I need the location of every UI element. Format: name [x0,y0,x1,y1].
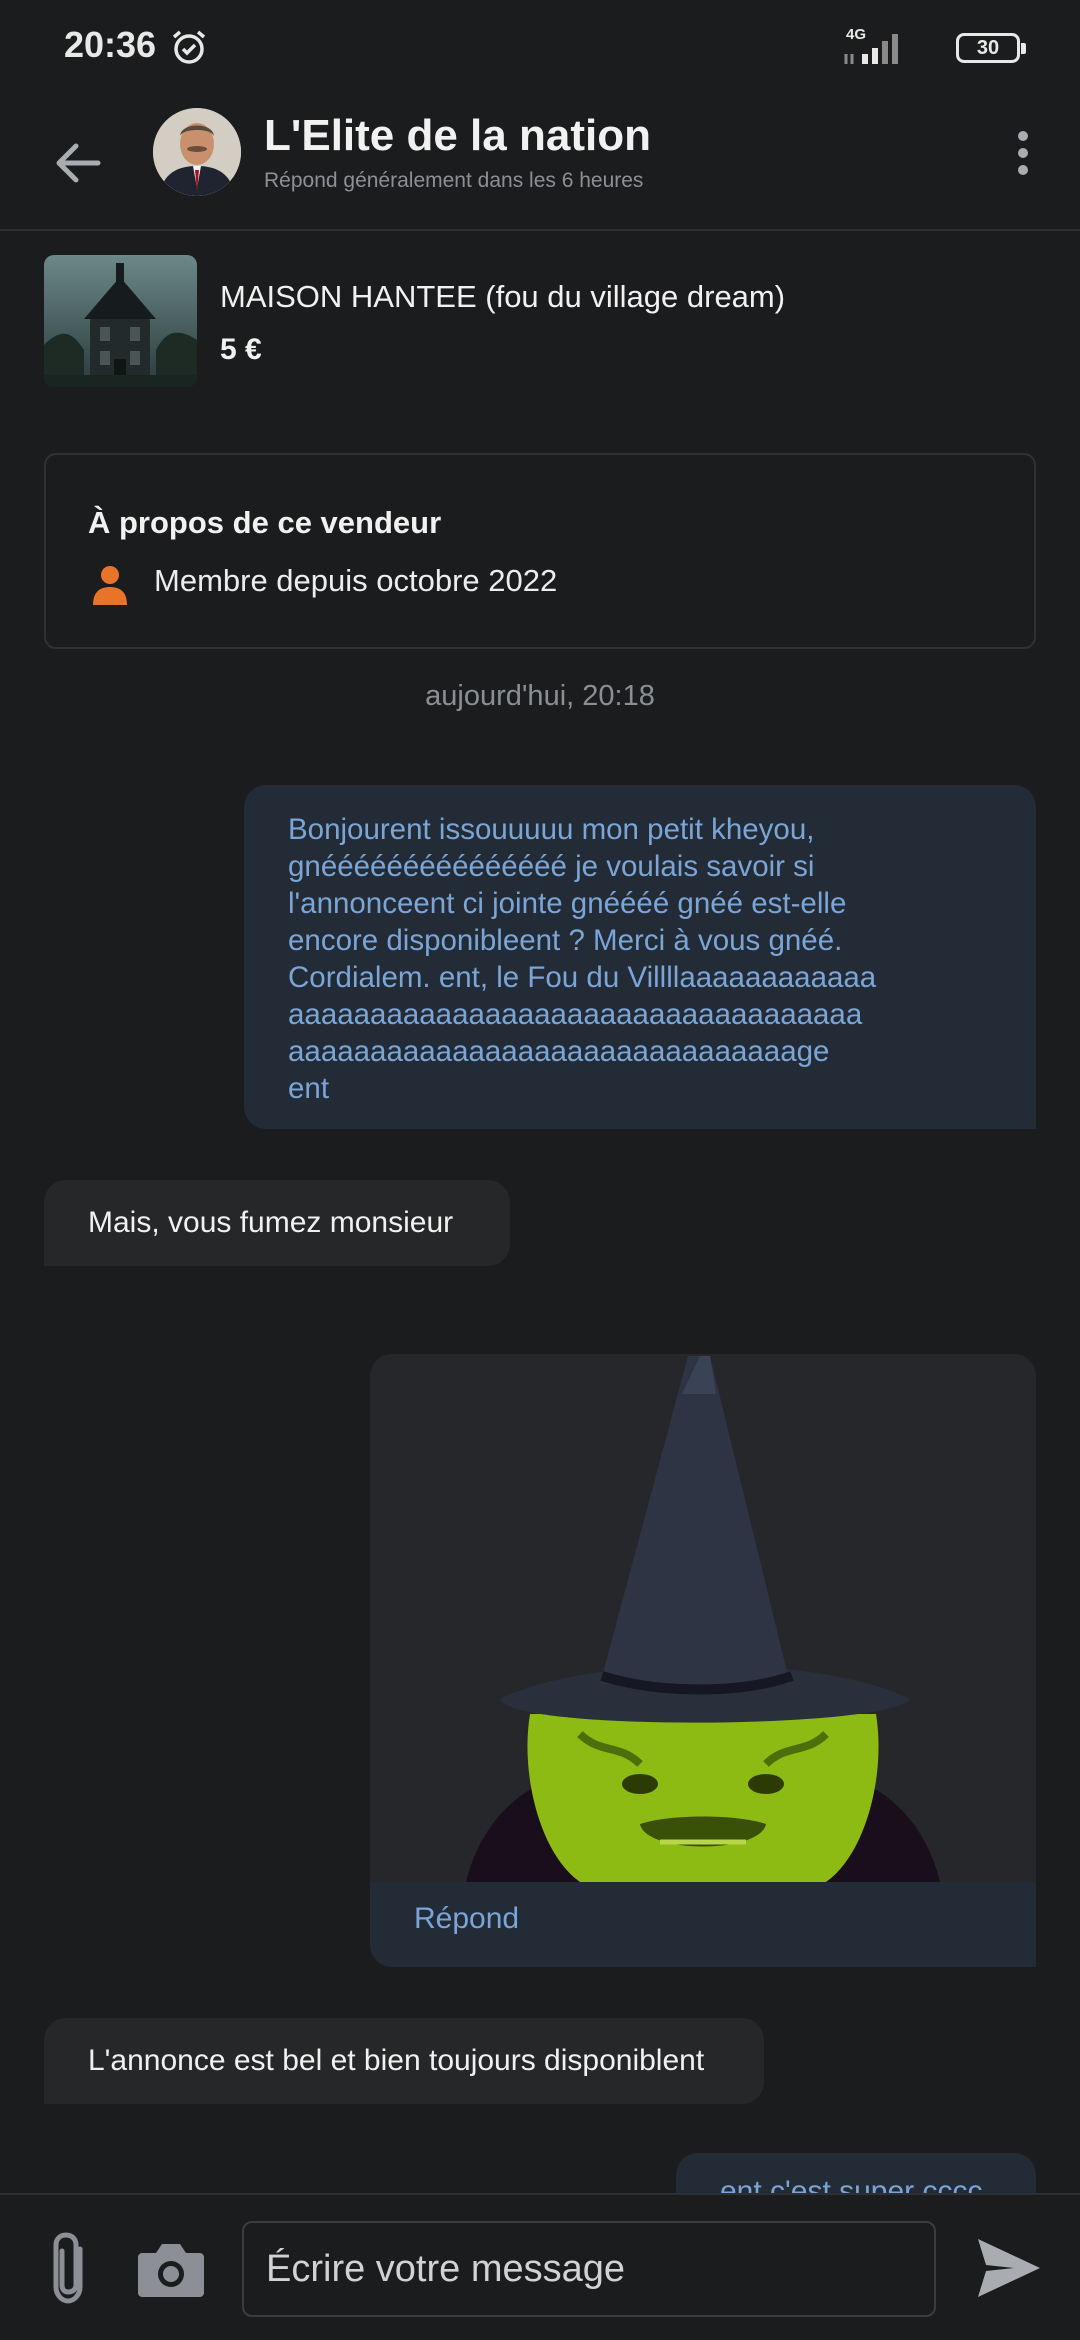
seller-card-title: À propos de ce vendeur [88,505,442,540]
more-vertical-icon [1018,131,1028,141]
chat-title[interactable]: L'Elite de la nation [264,111,651,161]
message-incoming[interactable]: L'annonce est bel et bien toujours dispo… [44,2018,764,2104]
conversation-timestamp: aujourd'hui, 20:18 [425,680,655,712]
message-line: Bonjourent issouuuuu mon petit kheyou, [288,813,815,846]
listing-thumbnail[interactable] [44,255,197,387]
listing-summary[interactable]: MAISON HANTEE (fou du village dream) 5 € [44,255,1044,387]
camera-icon[interactable] [136,2239,206,2299]
message-outgoing[interactable]: Bonjourent issouuuuu mon petit kheyou, g… [244,785,1036,1129]
message-line: gnééééééééééééééé je voulais savoir si [288,850,815,883]
message-composer [0,2193,1080,2340]
status-time: 20:36 [64,24,157,65]
more-options-button[interactable] [998,123,1048,183]
seller-info-card: À propos de ce vendeur Membre depuis oct… [44,453,1036,649]
listing-price: 5 € [220,333,262,366]
arrow-left-icon [56,143,101,183]
battery-indicator: 30 [956,33,1026,63]
send-icon[interactable] [974,2235,1044,2301]
message-image[interactable] [370,1354,1036,1882]
person-icon [93,566,127,605]
alarm-icon [172,30,206,64]
paperclip-icon[interactable] [40,2231,104,2307]
response-time-text: Répond généralement dans les 6 heures [264,169,644,192]
back-button[interactable] [40,125,116,201]
message-line: aaaaaaaaaaaaaaaaaaaaaaaaaaaaaaaaaaa [288,998,863,1031]
listing-title[interactable]: MAISON HANTEE (fou du village dream) [220,279,785,315]
message-outgoing-image[interactable]: Répond [370,1354,1036,1967]
seller-avatar[interactable] [153,108,241,196]
message-line: Cordialem. ent, le Fou du Villllaaaaaaaa… [288,961,877,994]
status-bar: 20:36 4G 30 [0,0,1080,95]
signal-icon: 4G [840,26,920,66]
message-line: l'annonceent ci jointe gnéééé gnéé est-e… [288,887,847,920]
message-incoming[interactable]: Mais, vous fumez monsieur [44,1180,510,1266]
message-line: ent [288,1072,330,1105]
member-since-text: Membre depuis octobre 2022 [154,563,558,598]
message-input[interactable] [242,2221,936,2317]
message-line: encore disponibleent ? Merci à vous gnéé… [288,924,843,957]
chat-header: L'Elite de la nation Répond généralement… [0,95,1080,231]
image-caption: Répond [414,1902,520,1935]
message-line: aaaaaaaaaaaaaaaaaaaaaaaaaaaaaaage [288,1035,830,1068]
